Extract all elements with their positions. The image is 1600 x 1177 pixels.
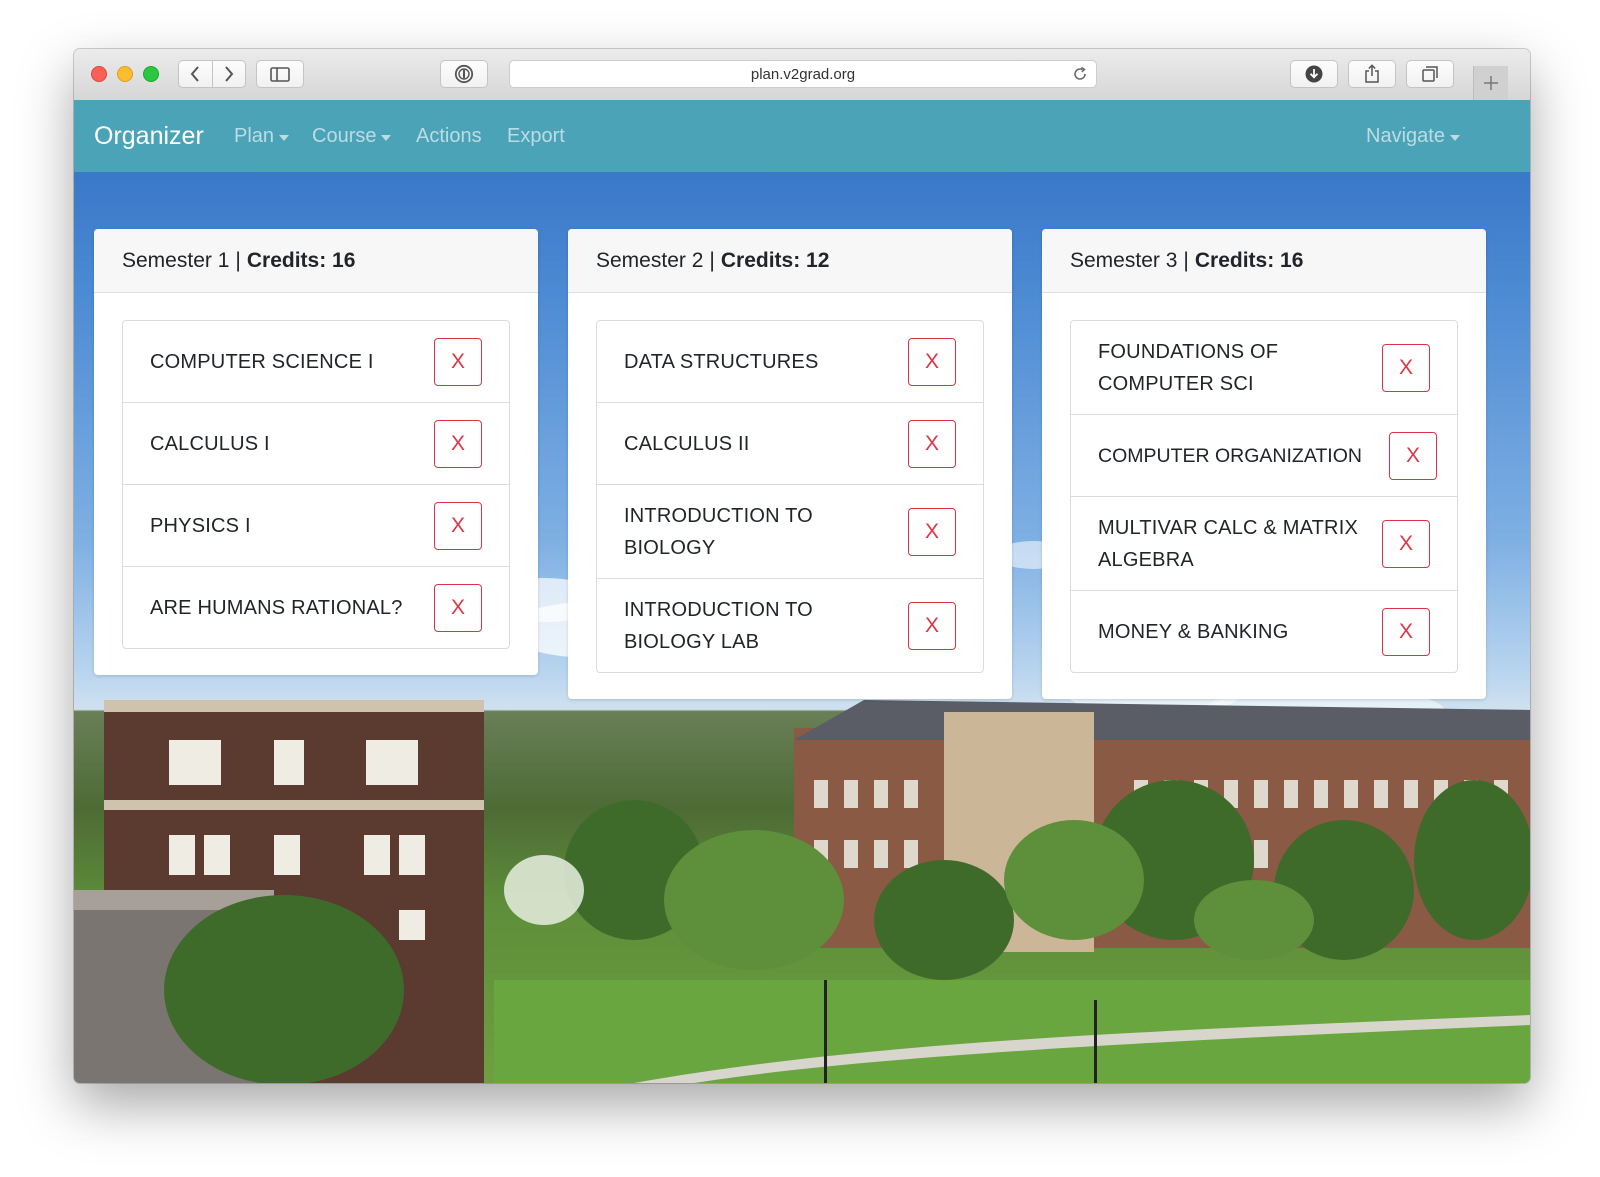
course-item[interactable]: MONEY & BANKING X [1070,590,1458,673]
app-navbar: Organizer Plan Course Actions Export Nav… [74,100,1530,172]
back-button[interactable] [179,61,212,87]
sidebar-icon [270,66,290,82]
course-name: INTRODUCTION TO BIOLOGY [624,504,813,559]
semester-header: Semester 3 | Credits: 16 [1042,229,1486,293]
downloads-button[interactable] [1290,60,1338,88]
nav-actions-link[interactable]: Actions [416,125,482,148]
course-name: MONEY & BANKING [1098,620,1289,643]
nav-course-label: Course [312,125,377,147]
semester-title: Semester 2 [596,248,704,272]
course-item[interactable]: ARE HUMANS RATIONAL? X [122,566,510,649]
course-name: ARE HUMANS RATIONAL? [150,596,403,619]
course-name: FOUNDATIONS OF COMPUTER SCI [1098,340,1279,395]
course-name: COMPUTER ORGANIZATION [1098,444,1362,467]
chevron-right-icon [224,66,234,82]
tabs-icon [1422,66,1438,82]
semester-header: Semester 2 | Credits: 12 [568,229,1012,293]
course-item[interactable]: COMPUTER SCIENCE I X [122,320,510,403]
nav-plan-dropdown[interactable]: Plan [234,125,290,148]
plus-icon [1484,76,1498,90]
header-separator: | [235,248,241,272]
password-manager-icon [454,64,474,84]
header-separator: | [1183,248,1189,272]
chevron-left-icon [190,66,200,82]
course-item[interactable]: INTRODUCTION TO BIOLOGY LAB X [596,578,984,673]
close-window-button[interactable] [91,66,107,82]
course-name: CALCULUS II [624,432,750,455]
course-item[interactable]: DATA STRUCTURES X [596,320,984,403]
remove-course-button[interactable]: X [908,337,956,386]
download-icon [1305,65,1323,83]
nav-navigate-label: Navigate [1366,125,1445,147]
share-button[interactable] [1348,60,1396,88]
semester-card-1: Semester 1 | Credits: 16 COMPUTER SCIENC… [94,229,538,675]
forward-button[interactable] [211,61,246,87]
tabs-overview-button[interactable] [1406,60,1454,88]
semester-header: Semester 1 | Credits: 16 [94,229,538,293]
remove-course-button[interactable]: X [1382,519,1430,568]
nav-export-link[interactable]: Export [507,125,565,148]
nav-plan-label: Plan [234,125,275,147]
header-separator: | [709,248,715,272]
remove-course-button[interactable]: X [434,501,482,550]
caret-down-icon [381,134,392,141]
semester-credits: Credits: 16 [246,248,356,272]
nav-navigate-dropdown[interactable]: Navigate [1366,125,1460,148]
nav-course-dropdown[interactable]: Course [312,125,392,148]
new-tab-button[interactable] [1473,66,1508,100]
course-item[interactable]: MULTIVAR CALC & MATRIX ALGEBRA X [1070,496,1458,591]
minimize-window-button[interactable] [117,66,133,82]
password-manager-button[interactable] [440,60,488,88]
remove-course-button[interactable]: X [908,419,956,468]
remove-course-button[interactable]: X [908,507,956,556]
zoom-window-button[interactable] [143,66,159,82]
share-icon [1365,64,1379,83]
web-page: Organizer Plan Course Actions Export Nav… [74,100,1530,1083]
caret-down-icon [1449,134,1460,141]
brand-link[interactable]: Organizer [94,122,204,151]
remove-course-button[interactable]: X [1382,607,1430,656]
remove-course-button[interactable]: X [434,583,482,632]
address-bar[interactable]: plan.v2grad.org [509,60,1097,88]
course-list: COMPUTER SCIENCE I X CALCULUS I X PHYSIC… [94,293,538,675]
course-item[interactable]: CALCULUS II X [596,402,984,485]
caret-down-icon [279,134,290,141]
browser-window: plan.v2grad.org Organizer Plan Course Ac… [74,49,1530,1083]
course-item[interactable]: INTRODUCTION TO BIOLOGY X [596,484,984,579]
course-name: COMPUTER SCIENCE I [150,350,374,373]
url-text: plan.v2grad.org [750,65,856,83]
nav-export-label: Export [507,125,565,147]
reload-icon[interactable] [1072,66,1088,82]
remove-course-button[interactable]: X [1382,343,1430,392]
remove-course-button[interactable]: X [908,601,956,650]
history-nav [178,60,246,88]
remove-course-button[interactable]: X [434,419,482,468]
course-item[interactable]: COMPUTER ORGANIZATION X [1070,414,1458,497]
course-item[interactable]: PHYSICS I X [122,484,510,567]
semester-credits: Credits: 12 [720,248,830,272]
semester-card-3: Semester 3 | Credits: 16 FOUNDATIONS OF … [1042,229,1486,699]
course-name: DATA STRUCTURES [624,350,819,373]
semester-title: Semester 3 [1070,248,1178,272]
semester-title: Semester 1 [122,248,230,272]
course-item[interactable]: FOUNDATIONS OF COMPUTER SCI X [1070,320,1458,415]
semester-credits: Credits: 16 [1194,248,1304,272]
course-item[interactable]: CALCULUS I X [122,402,510,485]
sidebar-toggle-button[interactable] [256,60,304,88]
course-name: CALCULUS I [150,432,270,455]
course-name: INTRODUCTION TO BIOLOGY LAB [624,598,813,653]
course-name: MULTIVAR CALC & MATRIX ALGEBRA [1098,516,1358,571]
remove-course-button[interactable]: X [1389,431,1437,480]
browser-toolbar: plan.v2grad.org [74,49,1530,101]
nav-actions-label: Actions [416,125,482,147]
remove-course-button[interactable]: X [434,337,482,386]
course-list: FOUNDATIONS OF COMPUTER SCI X COMPUTER O… [1042,293,1486,699]
course-list: DATA STRUCTURES X CALCULUS II X INTRODUC… [568,293,1012,699]
course-name: PHYSICS I [150,514,251,537]
semester-card-2: Semester 2 | Credits: 12 DATA STRUCTURES… [568,229,1012,699]
